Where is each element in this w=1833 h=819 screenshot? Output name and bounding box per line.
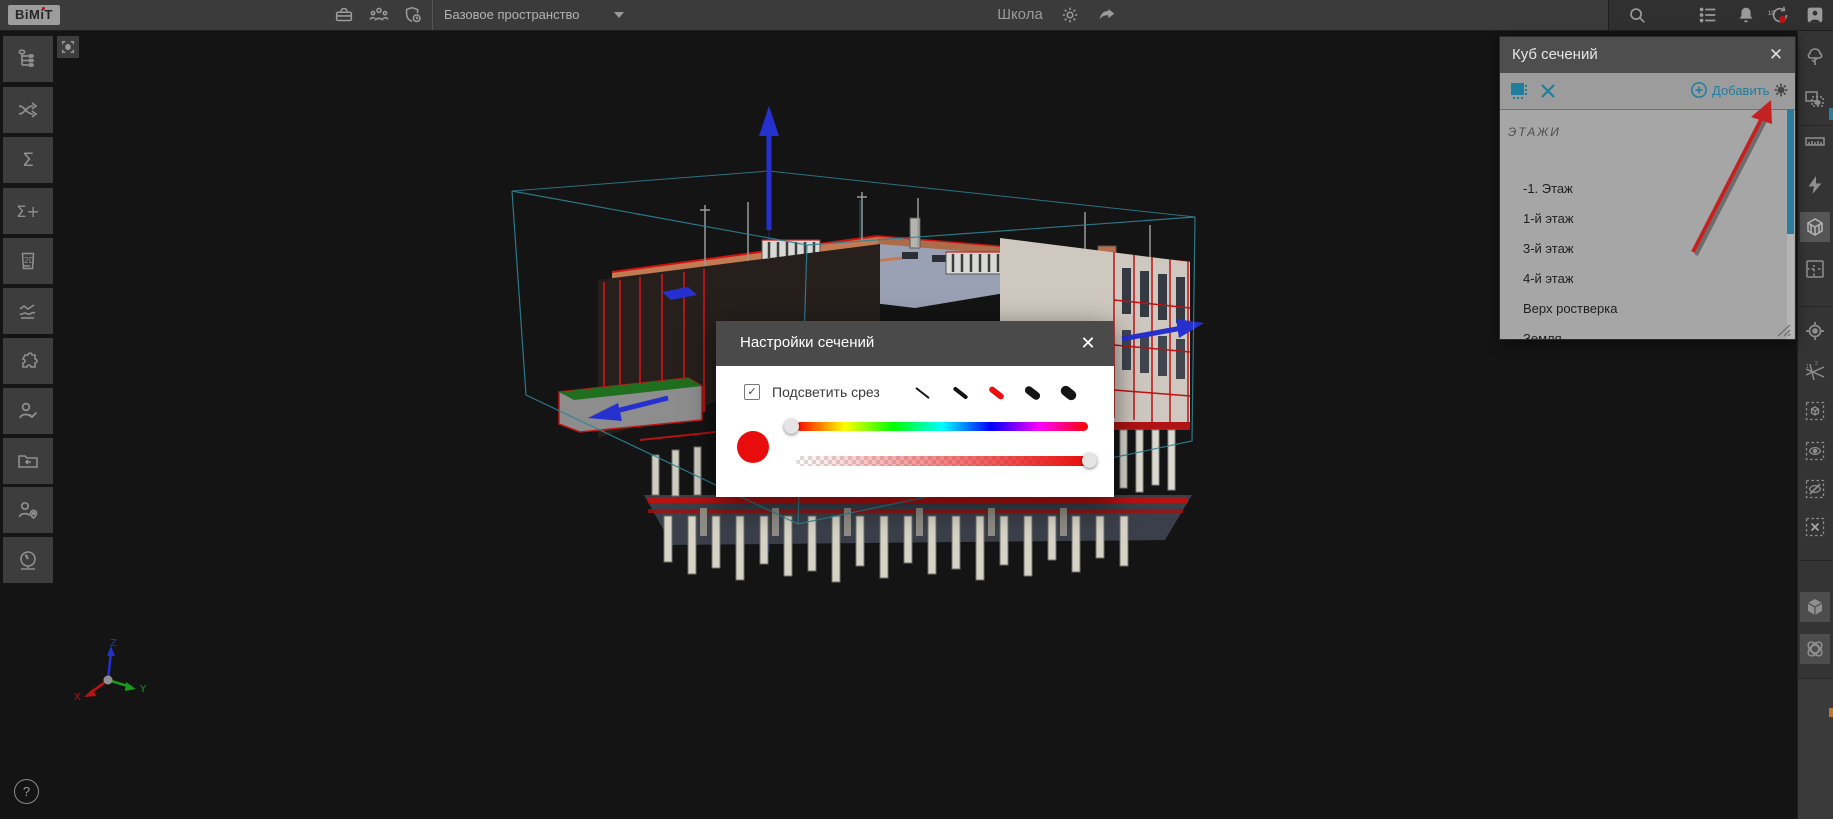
application-window: Z X Y BiMiT Базовое пространство Школа: [0, 0, 1833, 819]
red-arrow-annotation: [1693, 100, 1772, 255]
annotation-layer: [0, 0, 1833, 819]
